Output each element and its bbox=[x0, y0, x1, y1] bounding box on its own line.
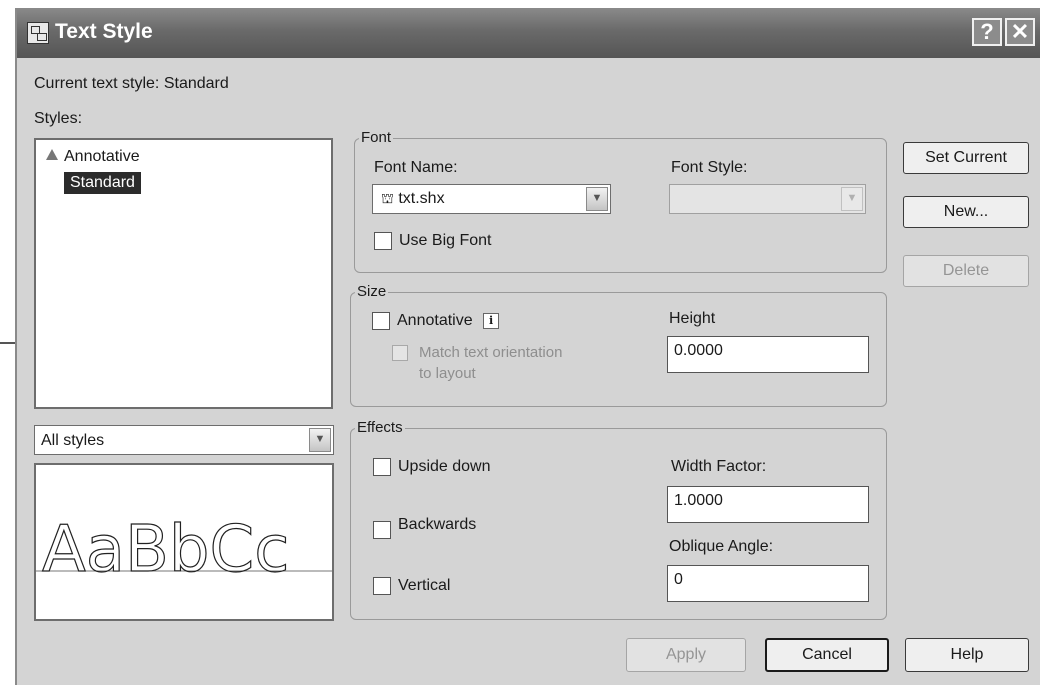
oblique-angle-input[interactable]: 0 bbox=[667, 565, 869, 602]
use-big-font-label: Use Big Font bbox=[399, 232, 492, 249]
vertical-label: Vertical bbox=[398, 577, 451, 594]
vertical-checkbox[interactable] bbox=[373, 577, 391, 595]
new-button[interactable]: New... bbox=[903, 196, 1029, 228]
styles-filter-value: All styles bbox=[41, 432, 105, 449]
annotative-label: Annotative i bbox=[397, 312, 500, 330]
title-bar[interactable]: Text Style ? ✕ bbox=[17, 8, 1040, 58]
size-group: Size Annotative i Match text orientation… bbox=[350, 283, 887, 407]
page-edge-line bbox=[0, 342, 15, 344]
styles-label: Styles: bbox=[34, 110, 83, 127]
styles-list[interactable]: Annotative Standard bbox=[34, 138, 333, 409]
font-name-value-wrap: ⛫ txt.shx bbox=[381, 190, 445, 209]
annotative-text: Annotative bbox=[397, 312, 473, 329]
match-orientation-checkbox[interactable] bbox=[392, 345, 408, 361]
cancel-button[interactable]: Cancel bbox=[765, 638, 889, 672]
list-item-label: Annotative bbox=[64, 148, 140, 165]
list-item-standard[interactable]: Standard bbox=[64, 172, 141, 194]
font-group-title: Font bbox=[359, 129, 394, 146]
chevron-down-icon[interactable]: ▼ bbox=[586, 187, 608, 211]
annotative-checkbox[interactable] bbox=[372, 312, 390, 330]
font-group: Font Font Name: ⛫ txt.shx ▼ Font Style: … bbox=[354, 129, 887, 273]
font-name-select[interactable]: ⛫ txt.shx ▼ bbox=[372, 184, 611, 214]
upside-down-label: Upside down bbox=[398, 458, 491, 475]
text-style-icon bbox=[27, 22, 49, 44]
text-style-dialog: Text Style ? ✕ Current text style: Stand… bbox=[15, 8, 1040, 685]
effects-group: Effects Upside down Backwards Vertical W… bbox=[350, 419, 887, 620]
set-current-button[interactable]: Set Current bbox=[903, 142, 1029, 174]
height-input[interactable]: 0.0000 bbox=[667, 336, 869, 373]
help-button[interactable]: Help bbox=[905, 638, 1029, 672]
list-item-annotative[interactable]: Annotative bbox=[46, 148, 140, 166]
chevron-down-icon[interactable]: ▼ bbox=[309, 428, 331, 452]
width-factor-label: Width Factor: bbox=[671, 458, 767, 475]
oblique-angle-label: Oblique Angle: bbox=[669, 538, 774, 555]
backwards-checkbox[interactable] bbox=[373, 521, 391, 539]
preview-sample-text: AaBbCc bbox=[42, 513, 289, 587]
effects-group-title: Effects bbox=[355, 419, 405, 436]
apply-button[interactable]: Apply bbox=[626, 638, 746, 672]
close-icon[interactable]: ✕ bbox=[1005, 18, 1035, 46]
info-icon[interactable]: i bbox=[483, 313, 500, 329]
styles-filter-select[interactable]: All styles ▼ bbox=[34, 425, 334, 455]
delete-button[interactable]: Delete bbox=[903, 255, 1029, 287]
style-preview: AaBbCc bbox=[34, 463, 334, 621]
preview-sample-graphic: AaBbCc bbox=[36, 512, 332, 588]
annotative-icon bbox=[46, 149, 58, 160]
current-style-value: Standard bbox=[163, 75, 229, 92]
current-style-label: Current text style: Standard bbox=[34, 75, 229, 93]
font-style-label: Font Style: bbox=[671, 159, 748, 176]
match-orientation-label-line1: Match text orientation bbox=[419, 344, 563, 361]
backwards-label: Backwards bbox=[398, 516, 477, 533]
use-big-font-checkbox[interactable] bbox=[374, 232, 392, 250]
help-icon[interactable]: ? bbox=[972, 18, 1002, 46]
width-factor-input[interactable]: 1.0000 bbox=[667, 486, 869, 523]
upside-down-checkbox[interactable] bbox=[373, 458, 391, 476]
chevron-down-icon[interactable]: ▼ bbox=[841, 187, 863, 211]
dialog-title: Text Style bbox=[55, 20, 153, 43]
height-label: Height bbox=[669, 310, 716, 327]
shx-font-icon: ⛫ bbox=[381, 190, 394, 206]
match-orientation-label-line2: to layout bbox=[419, 365, 476, 382]
font-name-value: txt.shx bbox=[398, 190, 445, 207]
size-group-title: Size bbox=[355, 283, 389, 300]
font-style-select[interactable]: ▼ bbox=[669, 184, 866, 214]
current-style-caption: Current text style: bbox=[34, 75, 160, 92]
font-name-label: Font Name: bbox=[374, 159, 458, 176]
